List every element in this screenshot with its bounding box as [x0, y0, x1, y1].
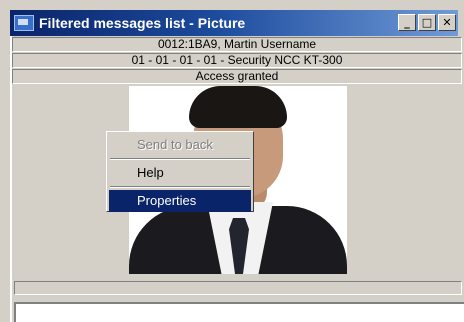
- maximize-button[interactable]: □: [418, 14, 436, 31]
- maximize-icon: □: [421, 16, 433, 29]
- reader-line: 01 - 01 - 01 - 01 - Security NCC KT-300: [12, 53, 462, 68]
- close-icon: ✕: [442, 16, 452, 29]
- title-bar[interactable]: Filtered messages list - Picture _ □ ✕: [10, 10, 458, 36]
- access-status: Access granted: [12, 69, 462, 84]
- picture-window: Filtered messages list - Picture _ □ ✕ 0…: [0, 0, 464, 322]
- menu-item-help[interactable]: Help: [109, 162, 251, 184]
- window-controls: _ □ ✕: [398, 14, 456, 31]
- status-bar: [14, 281, 462, 295]
- photo-hair: [189, 86, 287, 128]
- menu-separator: [110, 158, 250, 160]
- close-button[interactable]: ✕: [438, 14, 456, 31]
- message-list[interactable]: [14, 302, 464, 322]
- menu-separator: [110, 186, 250, 188]
- card-user-line: 0012:1BA9, Martin Username: [12, 37, 462, 52]
- menu-item-properties[interactable]: Properties: [109, 190, 251, 212]
- menu-item-send-to-back[interactable]: Send to back: [109, 134, 251, 156]
- context-menu: Send to back Help Properties: [106, 131, 254, 212]
- minimize-button[interactable]: _: [398, 14, 416, 31]
- app-icon[interactable]: [14, 15, 34, 31]
- window-title: Filtered messages list - Picture: [39, 15, 246, 31]
- minimize-icon: _: [404, 16, 410, 29]
